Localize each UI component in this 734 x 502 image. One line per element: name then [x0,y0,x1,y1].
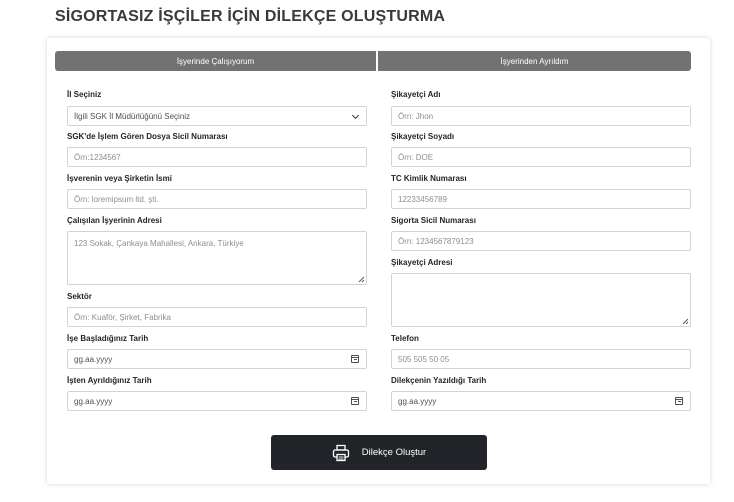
workplace-address-placeholder: 123 Sokak, Çankaya Mahallesi, Ankara, Tü… [74,239,244,248]
resize-handle-icon[interactable] [681,317,689,325]
employer-name-placeholder: Örn: loremipsum ltd. şti. [74,194,159,204]
printer-icon [332,444,349,461]
insurance-number-input[interactable]: Örn: 1234567879123 [391,231,691,251]
start-date-input[interactable]: gg.aa.yyyy [67,349,367,369]
petition-date-label: Dilekçenin Yazıldığı Tarih [391,376,487,385]
province-select[interactable]: İlgili SGK İl Müdürlüğünü Seçiniz [67,106,367,126]
start-date-label: İşe Başladığınız Tarih [67,334,149,343]
tc-number-input[interactable]: 12233456789 [391,189,691,209]
complainant-surname-placeholder: Örn: DOE [398,152,434,162]
complainant-name-input[interactable]: Örn: Jhon [391,106,691,126]
complainant-surname-input[interactable]: Örn: DOE [391,147,691,167]
create-petition-label: Dilekçe Oluştur [361,447,427,458]
complainant-surname-label: Şikayetçi Soyadı [391,132,455,141]
sector-placeholder: Örn: Kuaför, Şirket, Fabrika [74,312,171,322]
phone-placeholder: 505 505 50 05 [398,354,450,364]
tab-working[interactable]: İşyerinde Çalışıyorum [55,51,376,71]
start-date-placeholder: gg.aa.yyyy [74,354,113,364]
employment-tabs: İşyerinde Çalışıyorum İşyerinden Ayrıldı… [55,51,691,71]
leave-date-placeholder: gg.aa.yyyy [74,396,113,406]
complainant-name-label: Şikayetçi Adı [391,90,441,99]
leave-date-label: İşten Ayrıldığınız Tarih [67,376,152,385]
complainant-address-label: Şikayetçi Adresi [391,258,453,267]
page-title: SİGORTASIZ İŞÇİLER İÇİN DİLEKÇE OLUŞTURM… [55,8,446,25]
calendar-icon[interactable] [351,397,359,405]
file-number-label: SGK'de İşlem Gören Dosya Sicil Numarası [67,132,228,141]
complainant-address-textarea[interactable] [391,273,691,327]
file-number-input[interactable]: Örn:1234567 [67,147,367,167]
create-petition-button[interactable]: Dilekçe Oluştur [271,435,487,470]
workplace-address-textarea[interactable]: 123 Sokak, Çankaya Mahallesi, Ankara, Tü… [67,231,367,285]
resize-handle-icon[interactable] [357,275,365,283]
sector-input[interactable]: Örn: Kuaför, Şirket, Fabrika [67,307,367,327]
employer-name-label: İşverenin veya Şirketin İsmi [67,174,172,183]
tc-number-label: TC Kimlik Numarası [391,174,467,183]
petition-date-input[interactable]: gg.aa.yyyy [391,391,691,411]
calendar-icon[interactable] [351,355,359,363]
complainant-name-placeholder: Örn: Jhon [398,111,434,121]
petition-date-placeholder: gg.aa.yyyy [398,396,437,406]
file-number-placeholder: Örn:1234567 [74,152,121,162]
insurance-number-label: Sigorta Sicil Numarası [391,216,476,225]
phone-input[interactable]: 505 505 50 05 [391,349,691,369]
sector-label: Sektör [67,292,92,301]
insurance-number-placeholder: Örn: 1234567879123 [398,236,474,246]
workplace-address-label: Çalışılan İşyerinin Adresi [67,216,162,225]
chevron-down-icon [351,111,360,120]
leave-date-input[interactable]: gg.aa.yyyy [67,391,367,411]
calendar-icon[interactable] [675,397,683,405]
province-label: İl Seçiniz [67,90,102,99]
tab-left-job[interactable]: İşyerinden Ayrıldım [378,51,691,71]
province-select-value: İlgili SGK İl Müdürlüğünü Seçiniz [74,111,191,121]
phone-label: Telefon [391,334,419,343]
tc-number-placeholder: 12233456789 [398,194,447,204]
employer-name-input[interactable]: Örn: loremipsum ltd. şti. [67,189,367,209]
